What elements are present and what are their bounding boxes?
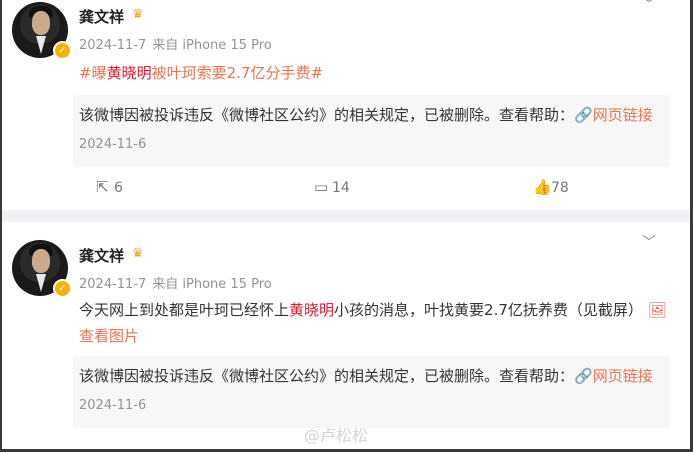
- removed-date: 2024-11-6: [79, 137, 147, 152]
- web-link[interactable]: 🔗网页链接: [574, 106, 653, 124]
- author-name[interactable]: 龚文祥: [79, 245, 124, 266]
- removed-notice: 该微博因被投诉违反《微博社区公约》的相关规定，已被删除。查看帮助：🔗网页链接: [79, 367, 653, 385]
- verified-badge-icon: ✓: [53, 41, 72, 60]
- comment-button[interactable]: ▭ 14: [314, 178, 350, 196]
- card-separator: [2, 210, 690, 222]
- like-button[interactable]: 👍78: [533, 178, 569, 196]
- removed-repost-box: 该微博因被投诉违反《微博社区公约》的相关规定，已被删除。查看帮助：🔗网页链接 2…: [73, 95, 670, 167]
- removed-date: 2024-11-6: [79, 398, 147, 413]
- crown-icon: ♛: [132, 246, 144, 261]
- chevron-down-icon[interactable]: ﹀: [642, 232, 656, 252]
- post-source: 来自 iPhone 15 Pro: [152, 38, 272, 53]
- share-button[interactable]: ⇱ 6: [96, 178, 123, 196]
- chevron-down-icon[interactable]: ﹀: [642, 0, 656, 14]
- hashtag-name: 黄晓明: [106, 64, 152, 82]
- mention-name[interactable]: 黄晓明: [289, 301, 334, 319]
- action-bar: ⇱ 6 ▭ 14 👍78: [2, 178, 690, 202]
- share-icon: ⇱: [96, 178, 109, 196]
- crown-icon: ♛: [132, 7, 144, 22]
- web-link[interactable]: 🔗网页链接: [574, 367, 653, 385]
- avatar[interactable]: ✓: [12, 2, 72, 60]
- comment-icon: ▭: [314, 178, 329, 196]
- weibo-post-card: ﹀ ✓ 龚文祥 ♛ 2024-11-7 来自 iPhone 15 Pro 今天网上…: [2, 222, 690, 450]
- post-text: #曝黄晓明被叶珂索要2.7亿分手费#: [79, 60, 669, 86]
- post-date[interactable]: 2024-11-7: [79, 38, 146, 53]
- post-source: 来自 iPhone 15 Pro: [152, 277, 272, 292]
- author-name[interactable]: 龚文祥: [79, 6, 124, 27]
- thumbs-up-icon: 👍: [533, 178, 552, 196]
- removed-notice: 该微博因被投诉违反《微博社区公约》的相关规定，已被删除。查看帮助：🔗网页链接: [79, 106, 653, 124]
- post-date[interactable]: 2024-11-7: [79, 277, 146, 292]
- post-meta: 2024-11-7 来自 iPhone 15 Pro: [79, 34, 278, 53]
- post-text: 今天网上到处都是叶珂已经怀上黄晓明小孩的消息，叶找黄要2.7亿抚养费（见截屏） …: [79, 301, 667, 345]
- weibo-post-card: ﹀ ✓ 龚文祥 ♛ 2024-11-7 来自 iPhone 15 Pro #曝黄晓…: [2, 0, 690, 210]
- hashtag-link[interactable]: #曝黄晓明被叶珂索要2.7亿分手费#: [79, 64, 323, 82]
- post-meta: 2024-11-7 来自 iPhone 15 Pro: [79, 273, 278, 292]
- avatar[interactable]: ✓: [12, 240, 72, 298]
- watermark: @卢松松: [304, 426, 369, 445]
- removed-repost-box: 该微博因被投诉违反《微博社区公约》的相关规定，已被删除。查看帮助：🔗网页链接 2…: [73, 356, 670, 428]
- verified-badge-icon: ✓: [53, 279, 72, 298]
